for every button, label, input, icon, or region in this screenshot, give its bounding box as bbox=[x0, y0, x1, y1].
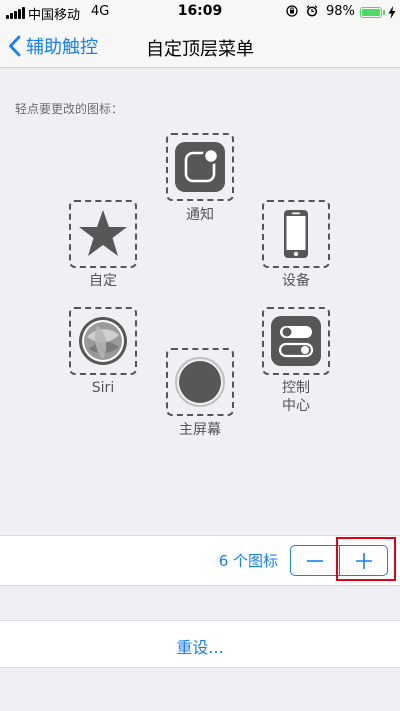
menu-label-device: 设备 bbox=[282, 273, 310, 289]
battery-percent: 98% bbox=[326, 4, 355, 19]
highlight-annotation-box bbox=[336, 537, 396, 581]
navigation-bar: 辅助触控 自定顶层菜单 bbox=[0, 24, 400, 68]
menu-slot-custom[interactable] bbox=[69, 200, 137, 268]
home-button-icon bbox=[175, 357, 225, 407]
menu-slot-control-center[interactable] bbox=[262, 307, 330, 375]
siri-icon bbox=[79, 317, 127, 365]
reset-button[interactable]: 重设... bbox=[0, 620, 400, 668]
reset-label: 重设... bbox=[176, 638, 224, 657]
orientation-lock-icon bbox=[286, 5, 298, 17]
menu-label-custom: 自定 bbox=[89, 273, 117, 289]
control-center-icon bbox=[271, 316, 321, 366]
icon-count-label: 6 个图标 bbox=[218, 552, 278, 570]
battery-tip bbox=[383, 10, 385, 15]
menu-label-control-center-line2: 中心 bbox=[282, 398, 310, 414]
menu-label-siri: Siri bbox=[91, 380, 115, 396]
notification-icon bbox=[175, 142, 225, 192]
page-title: 自定顶层菜单 bbox=[146, 39, 254, 60]
status-bar: 中国移动 4G 16:09 98% bbox=[0, 0, 400, 24]
minus-icon bbox=[307, 560, 323, 562]
menu-slot-device[interactable] bbox=[262, 200, 330, 268]
decrease-button[interactable] bbox=[291, 546, 339, 575]
menu-slot-notification[interactable] bbox=[166, 133, 234, 201]
phone-device-icon bbox=[284, 210, 308, 258]
star-icon bbox=[79, 210, 127, 256]
battery-icon bbox=[360, 7, 382, 18]
menu-label-notification: 通知 bbox=[186, 207, 214, 223]
menu-label-control-center-line1: 控制 bbox=[282, 380, 310, 396]
charging-bolt-icon bbox=[388, 6, 396, 19]
menu-slot-home[interactable] bbox=[166, 348, 234, 416]
menu-label-home: 主屏幕 bbox=[179, 422, 221, 438]
section-hint: 轻点要更改的图标： bbox=[15, 102, 124, 116]
alarm-icon bbox=[306, 5, 318, 17]
menu-slot-siri[interactable] bbox=[69, 307, 137, 375]
